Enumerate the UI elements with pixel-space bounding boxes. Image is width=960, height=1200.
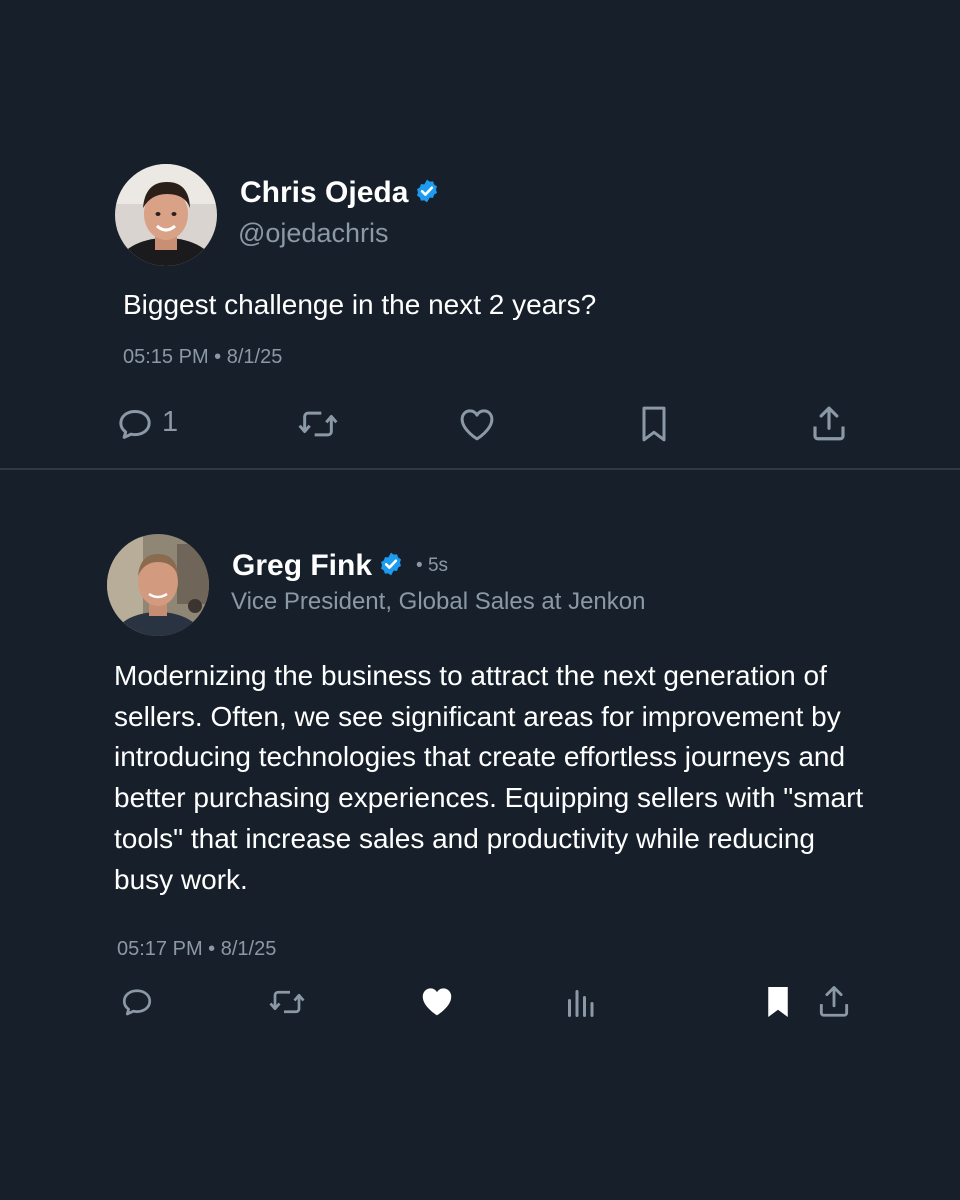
author-handle[interactable]: @ojedachris [238, 218, 388, 249]
reply-count: 1 [162, 406, 179, 438]
reply-icon[interactable] [115, 404, 155, 444]
retweet-icon[interactable] [267, 984, 307, 1020]
bookmark-icon-filled[interactable] [764, 984, 792, 1020]
avatar-chris-ojeda[interactable] [115, 164, 217, 266]
tweet-timestamp[interactable]: 05:17 PM • 8/1/25 [117, 938, 276, 961]
like-icon[interactable] [455, 403, 499, 445]
author-title: Vice President, Global Sales at Jenkon [231, 588, 646, 615]
bookmark-icon[interactable] [638, 404, 670, 444]
like-icon-filled[interactable] [417, 982, 457, 1020]
verified-badge-icon [414, 178, 440, 209]
author-name[interactable]: Greg Fink [232, 549, 372, 583]
avatar-photo [115, 164, 217, 266]
author-name-row: Chris Ojeda [240, 173, 440, 213]
share-icon[interactable] [808, 402, 850, 444]
reply-icon[interactable] [119, 984, 155, 1020]
post-age: • 5s [416, 555, 449, 576]
tweet-text: Modernizing the business to attract the … [114, 660, 864, 895]
verified-badge-icon [378, 551, 404, 582]
tweet-original: Chris Ojeda @ojedachris Biggest challeng… [0, 0, 960, 468]
author-name-row: Greg Fink • 5s [232, 546, 448, 586]
tweet-timestamp[interactable]: 05:15 PM • 8/1/25 [123, 346, 282, 369]
retweet-icon[interactable] [296, 404, 340, 444]
share-icon[interactable] [815, 982, 853, 1020]
tweet-text: Biggest challenge in the next 2 years? [123, 289, 597, 320]
avatar-photo [107, 534, 209, 636]
avatar-greg-fink[interactable] [107, 534, 209, 636]
tweet-reply: Greg Fink • 5s Vice President, Global Sa… [0, 470, 960, 1200]
views-icon[interactable] [564, 984, 596, 1020]
author-name[interactable]: Chris Ojeda [240, 176, 408, 210]
